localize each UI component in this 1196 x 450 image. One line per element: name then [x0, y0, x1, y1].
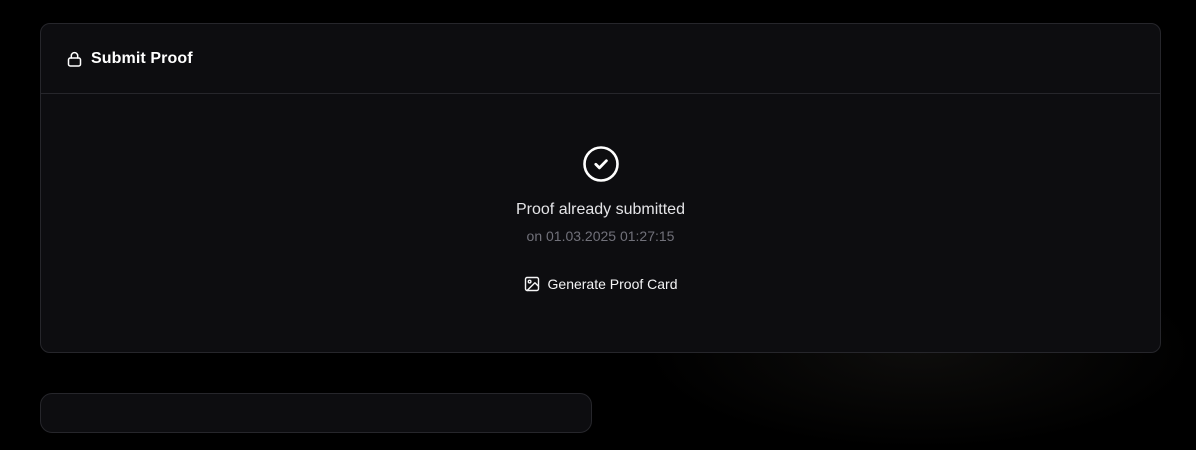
status-message: Proof already submitted [516, 201, 685, 218]
card-body: Proof already submitted on 01.03.2025 01… [41, 94, 1160, 352]
submit-proof-card: Submit Proof Proof already submitted on … [40, 23, 1161, 353]
card-header: Submit Proof [41, 24, 1160, 94]
card-title: Submit Proof [91, 49, 193, 67]
check-circle-icon [582, 146, 619, 182]
generate-proof-card-button[interactable]: Generate Proof Card [518, 272, 684, 296]
generate-proof-card-label: Generate Proof Card [547, 276, 678, 292]
image-icon [524, 276, 539, 292]
lock-icon [67, 51, 82, 67]
next-card [40, 393, 592, 433]
submission-date: on 01.03.2025 01:27:15 [526, 228, 675, 244]
